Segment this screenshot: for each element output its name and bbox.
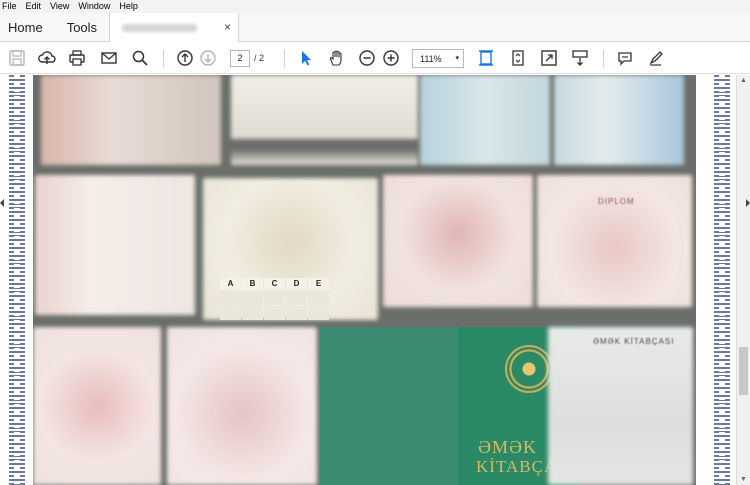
fit-page-icon[interactable] <box>476 48 496 68</box>
ornamental-border <box>714 75 730 485</box>
page-total: / 2 <box>254 53 265 63</box>
document-scan <box>231 75 418 165</box>
diploma-title: DIPLOM <box>598 197 635 206</box>
vehicle-icon <box>308 306 329 320</box>
close-tab-icon[interactable]: × <box>224 20 231 34</box>
coat-of-arms-emblem <box>505 345 553 393</box>
menu-window[interactable]: Window <box>78 0 110 13</box>
page-number-input[interactable]: 2 <box>230 50 250 67</box>
zoom-in-icon[interactable] <box>381 48 401 68</box>
license-category-cell <box>286 291 307 305</box>
license-category-cell: B <box>242 278 263 290</box>
zoom-level-select[interactable]: 111% ▾ <box>412 49 464 68</box>
document-scan <box>554 75 684 165</box>
vehicle-icon <box>242 306 263 320</box>
document-tab[interactable]: × <box>109 13 239 42</box>
zoom-level-value: 111% <box>420 54 442 64</box>
diploma-left-page <box>383 175 533 307</box>
document-viewer[interactable]: DIPLOM ƏMƏK KİTABÇASI ƏMƏK KİTABÇASI A B… <box>0 75 750 485</box>
toolbar: 2 / 2 111% ▾ <box>0 42 750 74</box>
certificate-page <box>167 327 317 485</box>
license-category-cell: C <box>264 278 285 290</box>
toolbar-separator <box>603 50 604 67</box>
highlight-pen-icon[interactable] <box>646 48 666 68</box>
email-icon[interactable] <box>99 48 119 68</box>
license-category-cell <box>220 291 241 305</box>
license-category-table: A B C D E <box>220 278 329 320</box>
license-category-cell: D <box>286 278 307 290</box>
certificate-page <box>33 327 161 485</box>
scroll-down-icon[interactable]: ▼ <box>740 476 747 483</box>
labor-book-title-line1: ƏMƏK <box>478 437 538 457</box>
page-border-right <box>696 75 736 485</box>
license-category-cell <box>308 291 329 305</box>
labor-book-inner-page <box>548 327 693 485</box>
scroll-mode-icon[interactable] <box>570 48 590 68</box>
search-icon[interactable] <box>130 48 150 68</box>
license-category-cell: E <box>308 278 329 290</box>
menu-bar: File Edit View Window Help <box>0 0 750 13</box>
tab-tools[interactable]: Tools <box>51 13 105 42</box>
scroll-up-icon[interactable]: ▲ <box>740 77 747 84</box>
labor-book-back-cover <box>320 327 458 485</box>
next-page-icon[interactable] <box>198 48 218 68</box>
document-page: DIPLOM ƏMƏK KİTABÇASI ƏMƏK KİTABÇASI <box>33 75 696 485</box>
tab-bar: Home Tools × <box>0 13 750 42</box>
hand-icon[interactable] <box>326 48 346 68</box>
toolbar-separator <box>284 50 285 67</box>
license-category-cell <box>264 291 285 305</box>
tab-home[interactable]: Home <box>0 13 51 42</box>
labor-book-inner-title: ƏMƏK KİTABÇASI <box>593 337 675 346</box>
menu-help[interactable]: Help <box>119 0 138 13</box>
full-screen-icon[interactable] <box>539 48 559 68</box>
collapse-left-panel-icon[interactable] <box>0 199 4 207</box>
document-scan <box>420 75 550 165</box>
ornamental-border <box>9 75 25 485</box>
collapse-right-panel-icon[interactable] <box>746 199 750 207</box>
print-icon[interactable] <box>67 48 87 68</box>
license-category-cell <box>242 291 263 305</box>
document-tab-title <box>122 23 197 32</box>
rotate-page-icon[interactable] <box>508 48 528 68</box>
vehicle-icon <box>220 306 241 320</box>
diploma-right-page <box>537 175 692 307</box>
vehicle-icon <box>264 306 285 320</box>
menu-edit[interactable]: Edit <box>26 0 42 13</box>
toolbar-separator <box>163 50 164 67</box>
comment-icon[interactable] <box>615 48 635 68</box>
license-category-cell: A <box>220 278 241 290</box>
vertical-scrollbar[interactable]: ▲ ▼ <box>736 75 750 485</box>
chevron-down-icon: ▾ <box>455 55 459 62</box>
document-scan <box>41 75 221 165</box>
upload-cloud-icon[interactable] <box>37 48 57 68</box>
zoom-out-icon[interactable] <box>357 48 377 68</box>
menu-view[interactable]: View <box>50 0 69 13</box>
scrollbar-thumb[interactable] <box>739 347 748 395</box>
page-border-left <box>0 75 33 485</box>
save-icon[interactable] <box>7 48 27 68</box>
id-card-scan <box>35 175 195 315</box>
select-cursor-icon[interactable] <box>296 48 316 68</box>
previous-page-icon[interactable] <box>175 48 195 68</box>
vehicle-icon <box>286 306 307 320</box>
menu-file[interactable]: File <box>2 0 17 13</box>
